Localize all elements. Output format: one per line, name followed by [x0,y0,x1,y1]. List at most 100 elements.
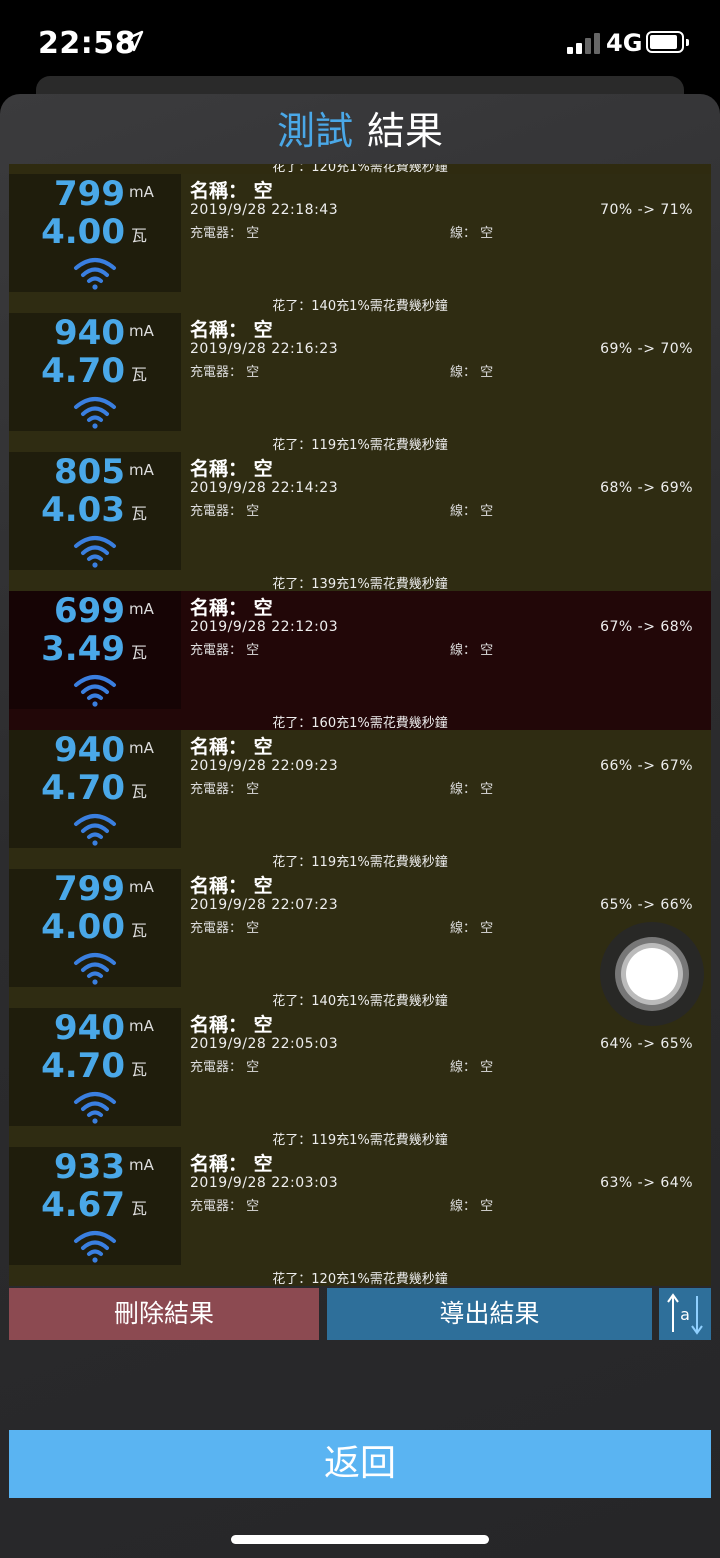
result-name: 名稱： 空 [190,180,273,202]
spent-time-text: 花了：139充1%需花費幾秒鐘 [272,577,448,592]
reading-panel: 799 mA 4.00 瓦 [9,869,181,987]
result-timestamp: 2019/9/28 22:05:03 [190,1036,339,1052]
battery-percent-change: 64% -> 65% [600,1036,693,1052]
result-row[interactable]: 940 mA 4.70 瓦 名稱： 空 2019/9/28 22:16:23 69% -> … [9,313,711,453]
reading-panel: 940 mA 4.70 瓦 [9,313,181,431]
current-unit: mA [129,322,154,340]
delete-results-button[interactable]: 刪除結果 [9,1288,319,1340]
power-value: 4.00 [41,907,125,947]
battery-percent-change: 66% -> 67% [600,758,693,774]
result-row[interactable]: 805 mA 4.03 瓦 名稱： 空 2019/9/28 22:14:23 68% -> … [9,452,711,592]
power-unit: 瓦 [131,921,148,940]
status-bar: 22:58 4G [0,0,720,80]
charger-label: 充電器： 空 [190,1199,260,1214]
reading-panel: 933 mA 4.67 瓦 [9,1147,181,1265]
back-button[interactable]: 返回 [9,1430,711,1498]
result-timestamp: 2019/9/28 22:18:43 [190,202,339,218]
result-row[interactable]: 933 mA 4.67 瓦 名稱： 空 2019/9/28 22:03:03 63% -> … [9,1147,711,1286]
sort-button[interactable]: a [659,1288,711,1340]
battery-icon [646,31,689,53]
result-timestamp: 2019/9/28 22:16:23 [190,341,339,357]
page-title: 測試 結果 [0,100,720,155]
result-timestamp: 2019/9/28 22:09:23 [190,758,339,774]
current-unit: mA [129,461,154,479]
result-row[interactable]: 940 mA 4.70 瓦 名稱： 空 2019/9/28 22:05:03 64% -> … [9,1008,711,1148]
location-arrow-icon [122,30,144,52]
battery-percent-change: 68% -> 69% [600,480,693,496]
wifi-icon [74,258,116,290]
signal-icon [567,32,603,54]
sort-arrows-icon: a [667,1293,703,1335]
cable-label: 線： 空 [450,226,494,241]
export-results-button[interactable]: 導出結果 [327,1288,652,1340]
charger-label: 充電器： 空 [190,921,260,936]
current-value: 805 [54,452,125,492]
spent-time-text: 花了：140充1%需花費幾秒鐘 [272,299,448,314]
current-unit: mA [129,739,154,757]
wifi-icon [74,1092,116,1124]
charger-label: 充電器： 空 [190,365,260,380]
current-unit: mA [129,1156,154,1174]
result-row[interactable]: 799 mA 4.00 瓦 名稱： 空 2019/9/28 22:18:43 70% -> … [9,174,711,314]
power-unit: 瓦 [131,365,148,384]
result-name: 名稱： 空 [190,875,273,897]
home-indicator[interactable] [231,1535,489,1544]
current-value: 799 [54,869,125,909]
wifi-icon [74,536,116,568]
result-row[interactable]: 940 mA 4.70 瓦 名稱： 空 2019/9/28 22:09:23 66% -> … [9,730,711,870]
charger-label: 充電器： 空 [190,782,260,797]
current-value: 940 [54,730,125,770]
charger-label: 充電器： 空 [190,1060,260,1075]
cable-label: 線： 空 [450,643,494,658]
charger-label: 充電器： 空 [190,226,260,241]
result-timestamp: 2019/9/28 22:07:23 [190,897,339,913]
title-part1: 測試 [276,109,353,153]
power-value: 4.70 [41,351,125,391]
power-unit: 瓦 [131,226,148,245]
cable-label: 線： 空 [450,921,494,936]
result-name: 名稱： 空 [190,1153,273,1175]
result-name: 名稱： 空 [190,597,273,619]
result-name: 名稱： 空 [190,736,273,758]
reading-panel: 699 mA 3.49 瓦 [9,591,181,709]
battery-percent-change: 63% -> 64% [600,1175,693,1191]
assistive-touch-button[interactable] [600,922,704,1026]
result-name: 名稱： 空 [190,458,273,480]
current-unit: mA [129,878,154,896]
power-value: 4.00 [41,212,125,252]
network-type-label: 4G [606,29,643,57]
cable-label: 線： 空 [450,365,494,380]
spent-time-text: 花了：160充1%需花費幾秒鐘 [272,716,448,731]
results-list[interactable]: 花了：120充1%需花費幾秒鐘 799 mA 4.00 瓦名稱： 空 2019/9/28… [9,164,711,1286]
cable-label: 線： 空 [450,782,494,797]
current-unit: mA [129,183,154,201]
power-value: 4.03 [41,490,125,530]
battery-percent-change: 70% -> 71% [600,202,693,218]
battery-percent-change: 67% -> 68% [600,619,693,635]
result-row[interactable]: 699 mA 3.49 瓦 名稱： 空 2019/9/28 22:12:03 67% -> … [9,591,711,731]
wifi-icon [74,675,116,707]
reading-panel: 805 mA 4.03 瓦 [9,452,181,570]
power-unit: 瓦 [131,643,148,662]
result-timestamp: 2019/9/28 22:03:03 [190,1175,339,1191]
wifi-icon [74,1231,116,1263]
cable-label: 線： 空 [450,504,494,519]
power-unit: 瓦 [131,782,148,801]
reading-panel: 799 mA 4.00 瓦 [9,174,181,292]
current-unit: mA [129,600,154,618]
title-part2: 結果 [367,109,444,153]
spent-time-text: 花了：119充1%需花費幾秒鐘 [272,855,448,870]
wifi-icon [74,397,116,429]
current-value: 699 [54,591,125,631]
battery-percent-change: 65% -> 66% [600,897,693,913]
charger-label: 充電器： 空 [190,643,260,658]
wifi-icon [74,953,116,985]
power-unit: 瓦 [131,504,148,523]
cable-label: 線： 空 [450,1199,494,1214]
spent-time-text: 花了：120充1%需花費幾秒鐘 [272,1272,448,1286]
current-value: 940 [54,313,125,353]
results-modal: 測試 結果 花了：120充1%需花費幾秒鐘 799 mA 4.00 瓦名稱： 空 2019… [0,94,720,1558]
result-name: 名稱： 空 [190,319,273,341]
power-unit: 瓦 [131,1199,148,1218]
power-value: 4.67 [41,1185,125,1225]
